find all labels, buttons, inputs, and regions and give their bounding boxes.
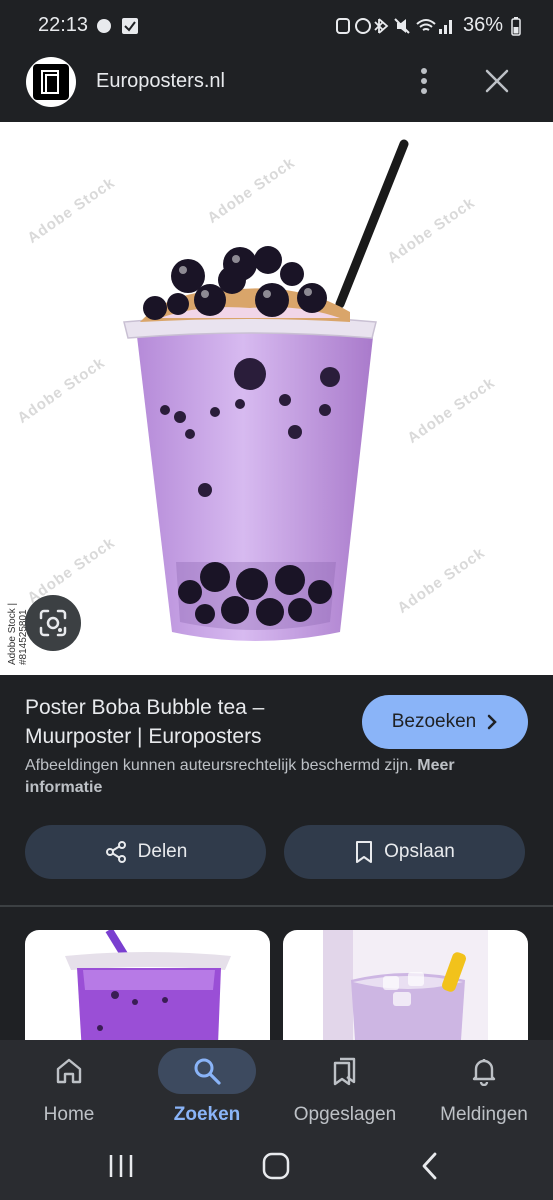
battery-percent: 36% <box>462 14 503 36</box>
google-lens-button[interactable] <box>25 595 81 651</box>
bookmark-icon <box>356 841 373 863</box>
close-icon[interactable] <box>482 66 512 96</box>
search-icon <box>194 1058 221 1085</box>
nav-icon-wrap <box>158 1048 256 1094</box>
nav-icon-wrap <box>296 1048 394 1094</box>
visit-button-label: Bezoeken <box>391 711 477 732</box>
nav-search-label: Zoeken <box>173 1104 241 1125</box>
site-name[interactable]: Europosters.nl <box>96 70 225 93</box>
nav-icon-wrap <box>20 1048 118 1094</box>
copyright-text: Afbeeldingen kunnen auteursrechtelijk be… <box>25 757 413 774</box>
nav-home-label: Home <box>43 1104 95 1125</box>
result-title[interactable]: Poster Boba Bubble tea – Muurposter | Eu… <box>25 693 325 751</box>
status-icons: 36% <box>335 14 521 37</box>
save-button-label: Opslaan <box>384 841 455 862</box>
status-left-icons <box>96 16 140 41</box>
chevron-right-icon <box>488 714 498 730</box>
status-bar: 22:13 36% <box>0 0 553 52</box>
status-time: 22:13 <box>38 14 89 36</box>
status-system-icons <box>335 17 452 34</box>
top-bar: Europosters.nl <box>0 52 553 122</box>
battery-icon <box>511 16 521 36</box>
recent-apps-icon[interactable] <box>104 1149 138 1183</box>
nav-saved[interactable]: Opgeslagen <box>276 1040 414 1135</box>
nav-icon-wrap <box>435 1048 533 1094</box>
home-icon <box>56 1058 82 1084</box>
visit-button[interactable]: Bezoeken <box>362 695 528 749</box>
more-options-icon[interactable] <box>410 66 438 96</box>
copyright-notice: Afbeeldingen kunnen auteursrechtelijk be… <box>25 755 505 799</box>
bottom-nav: Home Zoeken Opgeslagen Meldingen <box>0 1040 553 1135</box>
main-image[interactable]: Adobe Stock Adobe Stock Adobe Stock Adob… <box>0 122 553 675</box>
nav-notifications-label: Meldingen <box>440 1104 528 1125</box>
home-button-icon[interactable] <box>259 1149 293 1183</box>
save-button[interactable]: Opslaan <box>284 825 525 879</box>
share-button[interactable]: Delen <box>25 825 266 879</box>
boba-tea-illustration <box>123 139 409 641</box>
bell-icon <box>472 1059 496 1086</box>
nav-notifications[interactable]: Meldingen <box>415 1040 553 1135</box>
image-credit: Adobe Stock | #814525801 <box>7 602 29 665</box>
share-button-label: Delen <box>137 841 188 862</box>
nav-search[interactable]: Zoeken <box>138 1040 276 1135</box>
nav-saved-label: Opgeslagen <box>293 1104 397 1125</box>
nav-home[interactable]: Home <box>0 1040 138 1135</box>
saved-collections-icon <box>333 1057 356 1086</box>
divider <box>0 905 553 907</box>
back-icon[interactable] <box>414 1149 448 1183</box>
share-icon <box>105 841 126 863</box>
system-nav-bar <box>0 1135 553 1200</box>
europosters-logo-icon <box>33 64 69 100</box>
lens-icon <box>39 609 67 637</box>
site-logo[interactable] <box>26 57 76 107</box>
